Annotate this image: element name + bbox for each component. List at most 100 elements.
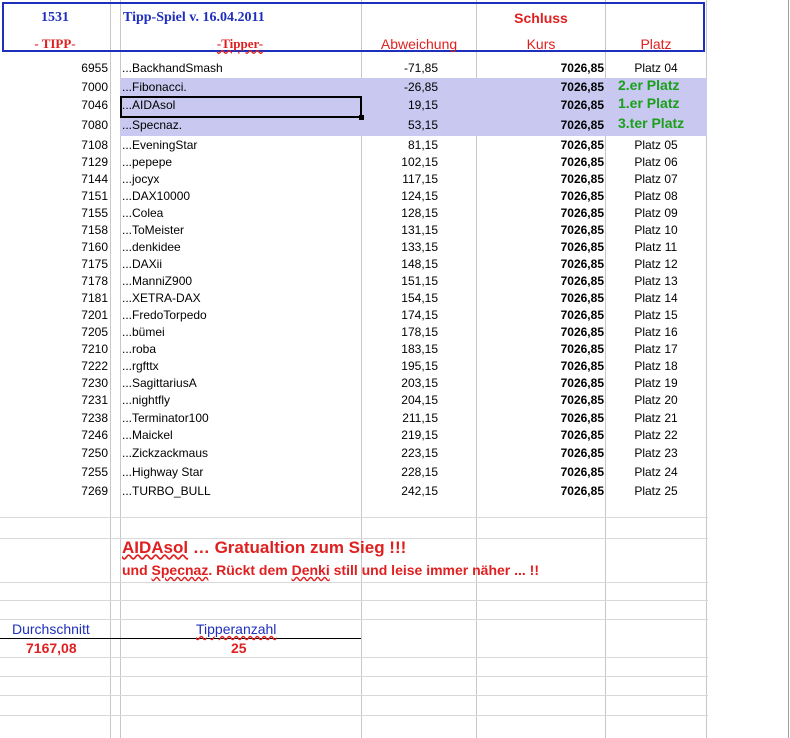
cell-abweichung[interactable]: 131,15 — [362, 222, 438, 238]
cell-tipper[interactable]: ...bümei — [122, 324, 165, 340]
cell-kurs[interactable]: 7026,85 — [477, 324, 604, 340]
cell-kurs[interactable]: 7026,85 — [477, 239, 604, 255]
cell-abweichung[interactable]: 102,15 — [362, 154, 438, 170]
cell-tipper[interactable]: ...Specnaz. — [122, 117, 182, 133]
cell-kurs[interactable]: 7026,85 — [477, 410, 604, 426]
cell-platz[interactable]: Platz 13 — [606, 273, 706, 289]
cell-tipp[interactable]: 7246 — [20, 427, 108, 443]
cell-tipper[interactable]: ...EveningStar — [122, 137, 197, 153]
cell-tipper[interactable]: ...FredoTorpedo — [122, 307, 207, 323]
cell-abweichung[interactable]: 183,15 — [362, 341, 438, 357]
cell-platz[interactable]: Platz 14 — [606, 290, 706, 306]
cell-abweichung[interactable]: 203,15 — [362, 375, 438, 391]
cell-tipper[interactable]: ...BackhandSmash — [122, 60, 223, 76]
cell-tipp[interactable]: 7046 — [20, 97, 108, 113]
cell-kurs[interactable]: 7026,85 — [477, 358, 604, 374]
cell-tipp[interactable]: 7210 — [20, 341, 108, 357]
cell-kurs[interactable]: 7026,85 — [477, 464, 604, 480]
selected-cell[interactable] — [120, 96, 362, 118]
cell-tipp[interactable]: 7000 — [20, 79, 108, 95]
cell-abweichung[interactable]: -26,85 — [362, 79, 438, 95]
cell-kurs[interactable]: 7026,85 — [477, 171, 604, 187]
cell-abweichung[interactable]: 133,15 — [362, 239, 438, 255]
cell-kurs[interactable]: 7026,85 — [477, 117, 604, 133]
cell-tipp[interactable]: 7144 — [20, 171, 108, 187]
cell-abweichung[interactable]: 148,15 — [362, 256, 438, 272]
cell-tipper[interactable]: ...jocyx — [122, 171, 159, 187]
cell-tipper[interactable]: ...SagittariusA — [122, 375, 197, 391]
cell-kurs[interactable]: 7026,85 — [477, 188, 604, 204]
cell-platz[interactable]: 1.er Platz — [618, 95, 679, 111]
cell-platz[interactable]: Platz 17 — [606, 341, 706, 357]
cell-abweichung[interactable]: 19,15 — [362, 97, 438, 113]
cell-tipp[interactable]: 7178 — [20, 273, 108, 289]
cell-platz[interactable]: Platz 11 — [606, 239, 706, 255]
cell-tipp[interactable]: 7175 — [20, 256, 108, 272]
cell-abweichung[interactable]: -71,85 — [362, 60, 438, 76]
cell-kurs[interactable]: 7026,85 — [477, 256, 604, 272]
cell-abweichung[interactable]: 228,15 — [362, 464, 438, 480]
cell-abweichung[interactable]: 204,15 — [362, 392, 438, 408]
cell-abweichung[interactable]: 219,15 — [362, 427, 438, 443]
cell-platz[interactable]: Platz 15 — [606, 307, 706, 323]
cell-kurs[interactable]: 7026,85 — [477, 341, 604, 357]
cell-kurs[interactable]: 7026,85 — [477, 222, 604, 238]
cell-tipper[interactable]: ...pepepe — [122, 154, 172, 170]
cell-abweichung[interactable]: 124,15 — [362, 188, 438, 204]
cell-abweichung[interactable]: 242,15 — [362, 483, 438, 499]
cell-abweichung[interactable]: 195,15 — [362, 358, 438, 374]
cell-kurs[interactable]: 7026,85 — [477, 307, 604, 323]
cell-tipper[interactable]: ...DAX10000 — [122, 188, 190, 204]
cell-kurs[interactable]: 7026,85 — [477, 205, 604, 221]
cell-platz[interactable]: Platz 05 — [606, 137, 706, 153]
cell-tipp[interactable]: 7231 — [20, 392, 108, 408]
cell-tipper[interactable]: ...TURBO_BULL — [122, 483, 211, 499]
cell-tipper[interactable]: ...Terminator100 — [122, 410, 209, 426]
cell-platz[interactable]: 2.er Platz — [618, 77, 679, 93]
cell-tipper[interactable]: ...Highway Star — [122, 464, 203, 480]
cell-tipp[interactable]: 7181 — [20, 290, 108, 306]
cell-abweichung[interactable]: 211,15 — [362, 410, 438, 426]
cell-tipper[interactable]: ...ManniZ900 — [122, 273, 192, 289]
cell-kurs[interactable]: 7026,85 — [477, 483, 604, 499]
cell-tipp[interactable]: 7250 — [20, 445, 108, 461]
cell-platz[interactable]: Platz 22 — [606, 427, 706, 443]
cell-tipp[interactable]: 7129 — [20, 154, 108, 170]
cell-platz[interactable]: Platz 04 — [606, 60, 706, 76]
cell-tipp[interactable]: 7269 — [20, 483, 108, 499]
cell-tipper[interactable]: ...XETRA-DAX — [122, 290, 201, 306]
cell-kurs[interactable]: 7026,85 — [477, 375, 604, 391]
cell-abweichung[interactable]: 151,15 — [362, 273, 438, 289]
cell-abweichung[interactable]: 128,15 — [362, 205, 438, 221]
cell-platz[interactable]: 3.ter Platz — [618, 115, 684, 131]
cell-kurs[interactable]: 7026,85 — [477, 445, 604, 461]
cell-platz[interactable]: Platz 06 — [606, 154, 706, 170]
cell-tipper[interactable]: ...ToMeister — [122, 222, 184, 238]
cell-tipp[interactable]: 7205 — [20, 324, 108, 340]
cell-kurs[interactable]: 7026,85 — [477, 273, 604, 289]
cell-platz[interactable]: Platz 25 — [606, 483, 706, 499]
cell-kurs[interactable]: 7026,85 — [477, 290, 604, 306]
cell-kurs[interactable]: 7026,85 — [477, 137, 604, 153]
cell-tipper[interactable]: ...Fibonacci. — [122, 79, 187, 95]
cell-tipp[interactable]: 7160 — [20, 239, 108, 255]
cell-abweichung[interactable]: 117,15 — [362, 171, 438, 187]
cell-tipper[interactable]: ...Zickzackmaus — [122, 445, 208, 461]
cell-platz[interactable]: Platz 18 — [606, 358, 706, 374]
cell-tipp[interactable]: 7155 — [20, 205, 108, 221]
cell-platz[interactable]: Platz 12 — [606, 256, 706, 272]
cell-platz[interactable]: Platz 09 — [606, 205, 706, 221]
cell-kurs[interactable]: 7026,85 — [477, 60, 604, 76]
cell-tipp[interactable]: 7201 — [20, 307, 108, 323]
cell-tipp[interactable]: 6955 — [20, 60, 108, 76]
cell-tipper[interactable]: ...Colea — [122, 205, 163, 221]
cell-tipper[interactable]: ...rgfttx — [122, 358, 159, 374]
cell-kurs[interactable]: 7026,85 — [477, 154, 604, 170]
cell-tipp[interactable]: 7151 — [20, 188, 108, 204]
cell-kurs[interactable]: 7026,85 — [477, 97, 604, 113]
cell-tipp[interactable]: 7238 — [20, 410, 108, 426]
cell-tipp[interactable]: 7108 — [20, 137, 108, 153]
cell-tipp[interactable]: 7222 — [20, 358, 108, 374]
cell-abweichung[interactable]: 174,15 — [362, 307, 438, 323]
cell-platz[interactable]: Platz 10 — [606, 222, 706, 238]
